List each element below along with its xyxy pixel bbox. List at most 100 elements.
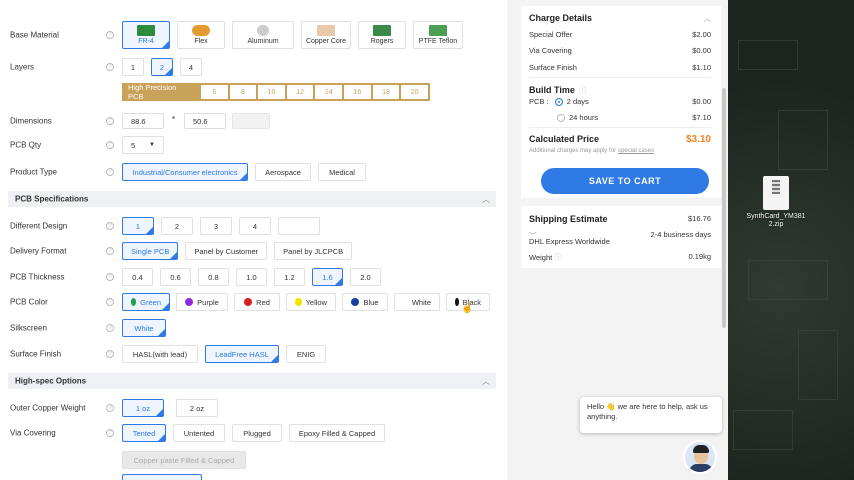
finish-leadfree-hasl[interactable]: LeadFree HASL — [205, 345, 279, 363]
via-tented[interactable]: Tented — [122, 424, 166, 442]
help-icon[interactable]: ? — [106, 273, 114, 281]
charge-item-price: $2.00 — [692, 30, 711, 39]
help-icon[interactable]: ? — [106, 31, 114, 39]
finish-enig[interactable]: ENIG — [286, 345, 326, 363]
layers-option-4[interactable]: 4 — [180, 58, 202, 76]
thickness-1-0[interactable]: 1.0 — [236, 268, 267, 286]
thickness-1-2[interactable]: 1.2 — [274, 268, 305, 286]
design-option-3[interactable]: 3 — [200, 217, 232, 235]
desktop-file-name: SynthCard_YM381 2.zip — [746, 213, 806, 228]
red-swatch-icon — [244, 298, 253, 306]
surface-finish-label: Surface Finish — [10, 349, 62, 359]
via-epoxy-filled[interactable]: Epoxy Filled & Capped — [289, 424, 385, 442]
help-icon[interactable]: ? — [106, 222, 114, 230]
design-custom-input[interactable] — [278, 217, 320, 235]
material-copper-core[interactable]: Copper Core — [301, 21, 351, 49]
product-type-medical[interactable]: Medical — [318, 163, 366, 181]
help-icon[interactable]: ? — [106, 298, 114, 306]
save-to-cart-button[interactable]: SAVE TO CART — [541, 168, 709, 194]
layers-option-2[interactable]: 2 — [151, 58, 173, 76]
delivery-panel-customer[interactable]: Panel by Customer — [185, 242, 268, 260]
charge-details-card: Charge Details ︿ Special Offer $2.00 Via … — [521, 6, 721, 198]
help-icon[interactable]: ? — [106, 247, 114, 255]
thickness-0-6[interactable]: 0.6 — [160, 268, 191, 286]
hp-layer-14[interactable]: 14 — [315, 85, 343, 99]
hp-layer-20[interactable]: 20 — [401, 85, 428, 99]
material-flex[interactable]: Flex — [177, 21, 225, 49]
charge-item-price: $1.10 — [692, 63, 711, 72]
finish-hasl-lead[interactable]: HASL(with lead) — [122, 345, 198, 363]
purple-swatch-icon — [185, 298, 194, 306]
dimension-width-input[interactable]: 88.6 — [122, 113, 164, 129]
section-high-spec-options[interactable]: High-spec Options ︿ — [8, 373, 496, 389]
material-aluminum[interactable]: Aluminum — [232, 21, 294, 49]
hp-layer-16[interactable]: 16 — [344, 85, 371, 99]
white-swatch-icon — [403, 298, 408, 306]
build-24hours-radio[interactable] — [557, 114, 565, 123]
color-white[interactable]: White — [394, 293, 440, 311]
layers-option-1[interactable]: 1 — [122, 58, 144, 76]
color-red[interactable]: Red — [234, 293, 280, 311]
delivery-format-row: Delivery Format ? Single PCB Panel by Cu… — [0, 239, 507, 263]
help-icon[interactable]: ? — [106, 350, 114, 358]
help-icon[interactable]: ? — [106, 117, 114, 125]
delivery-panel-jlcpcb[interactable]: Panel by JLCPCB — [274, 242, 353, 260]
color-purple[interactable]: Purple — [176, 293, 228, 311]
help-icon[interactable]: ⓘ — [554, 253, 562, 262]
hp-layer-8[interactable]: 8 — [229, 85, 257, 99]
help-icon[interactable]: ? — [106, 404, 114, 412]
hp-layer-10[interactable]: 10 — [258, 85, 285, 99]
desktop-file-zip[interactable]: SynthCard_YM381 2.zip — [746, 176, 806, 229]
delivery-format-label: Delivery Format — [10, 246, 67, 256]
hp-layer-18[interactable]: 18 — [372, 85, 400, 99]
material-fr4[interactable]: FR-4 — [122, 21, 170, 49]
design-option-2[interactable]: 2 — [161, 217, 193, 235]
color-green[interactable]: Green — [122, 293, 170, 311]
thickness-2-0[interactable]: 2.0 — [350, 268, 381, 286]
next-option-partial[interactable] — [122, 474, 202, 480]
scrollbar[interactable] — [722, 88, 726, 328]
color-yellow[interactable]: Yellow — [286, 293, 336, 311]
chevron-up-icon: ︿ — [482, 195, 490, 204]
dimension-unit-select[interactable] — [232, 113, 270, 129]
chat-avatar[interactable] — [683, 440, 717, 474]
copper-2oz[interactable]: 2 oz — [176, 399, 218, 417]
high-precision-bar: High Precision PCB 6 8 10 12 14 16 18 20 — [122, 83, 430, 101]
help-icon[interactable]: ? — [106, 141, 114, 149]
thickness-0-4[interactable]: 0.4 — [122, 268, 153, 286]
material-rogers[interactable]: Rogers — [358, 21, 406, 49]
silkscreen-white[interactable]: White — [122, 319, 166, 337]
build-2days-radio[interactable] — [554, 98, 563, 107]
via-untented[interactable]: Untented — [173, 424, 225, 442]
design-option-1[interactable]: 1 — [122, 217, 154, 235]
pcb-qty-select[interactable]: 5 ▼ — [122, 136, 164, 154]
surface-finish-row: Surface Finish ? HASL(with lead) LeadFre… — [0, 342, 507, 366]
product-type-industrial[interactable]: Industrial/Consumer electronics — [122, 163, 248, 181]
thickness-1-6[interactable]: 1.6 — [312, 268, 343, 286]
copper-1oz[interactable]: 1 oz — [122, 399, 164, 417]
dimensions-label: Dimensions — [10, 116, 52, 126]
design-option-4[interactable]: 4 — [239, 217, 271, 235]
help-icon[interactable]: ⓘ — [579, 85, 587, 96]
shipping-carrier[interactable]: DHL Express Worldwide — [529, 237, 610, 246]
pcb-thickness-label: PCB Thickness — [10, 272, 65, 282]
help-icon[interactable]: ? — [106, 168, 114, 176]
delivery-single-pcb[interactable]: Single PCB — [122, 242, 179, 260]
section-pcb-specifications[interactable]: PCB Specifications ︿ — [8, 191, 496, 207]
hp-layer-12[interactable]: 12 — [286, 85, 314, 99]
hp-layer-6[interactable]: 6 — [200, 85, 228, 99]
special-cases-link[interactable]: special cases — [618, 148, 654, 154]
help-icon[interactable]: ? — [106, 429, 114, 437]
dimension-height-input[interactable]: 50.6 — [184, 113, 226, 129]
thickness-0-8[interactable]: 0.8 — [198, 268, 229, 286]
chevron-up-icon[interactable]: ︿ — [704, 13, 712, 24]
chevron-up-icon: ︿ — [482, 377, 490, 386]
via-plugged[interactable]: Plugged — [232, 424, 282, 442]
material-ptfe-teflon[interactable]: PTFE Teflon — [413, 21, 463, 49]
help-icon[interactable]: ? — [106, 324, 114, 332]
product-type-aerospace[interactable]: Aerospace — [255, 163, 311, 181]
chat-greeting-bubble[interactable]: Hello 👋 we are here to help, ask us anyt… — [580, 397, 722, 433]
calculated-price-value: $3.10 — [685, 134, 711, 145]
help-icon[interactable]: ? — [106, 63, 114, 71]
color-blue[interactable]: Blue — [342, 293, 388, 311]
